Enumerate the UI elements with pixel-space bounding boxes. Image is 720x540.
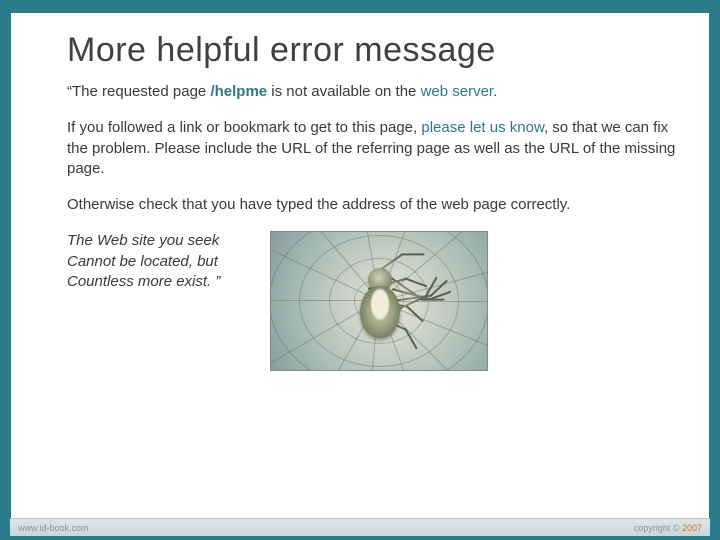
otherwise-paragraph: Otherwise check that you have typed the …	[67, 195, 677, 215]
footer-copyright: copyright © 2007	[634, 523, 702, 533]
haiku-line-1: The Web site you seek	[67, 231, 220, 251]
error-mid: is not available on the	[267, 83, 420, 100]
let-us-know-link[interactable]: please let us know	[421, 119, 544, 136]
error-prefix: “The requested page	[67, 83, 210, 100]
slide-body: “The requested page /helpme is not avail…	[67, 82, 677, 371]
slide-footer: www.id-book.com copyright © 2007	[10, 518, 710, 536]
web-server-link[interactable]: web server	[421, 83, 494, 100]
spider-image	[270, 231, 488, 371]
p2-pre: If you followed a link or bookmark to ge…	[67, 119, 421, 136]
haiku-line-2: Cannot be located, but	[67, 252, 220, 272]
instruction-paragraph: If you followed a link or bookmark to ge…	[67, 118, 677, 179]
error-post: .	[493, 83, 497, 100]
haiku-row: The Web site you seek Cannot be located,…	[67, 231, 677, 371]
slide-title: More helpful error message	[67, 31, 677, 70]
error-path: /helpme	[210, 83, 267, 100]
spider-icon	[340, 256, 418, 346]
copyright-year: 2007	[682, 523, 702, 533]
copyright-label: copyright ©	[634, 523, 682, 533]
slide: More helpful error message “The requeste…	[10, 12, 710, 524]
footer-url: www.id-book.com	[18, 523, 89, 533]
haiku-line-3: Countless more exist. ”	[67, 272, 220, 292]
haiku: The Web site you seek Cannot be located,…	[67, 231, 220, 292]
error-line: “The requested page /helpme is not avail…	[67, 82, 677, 102]
